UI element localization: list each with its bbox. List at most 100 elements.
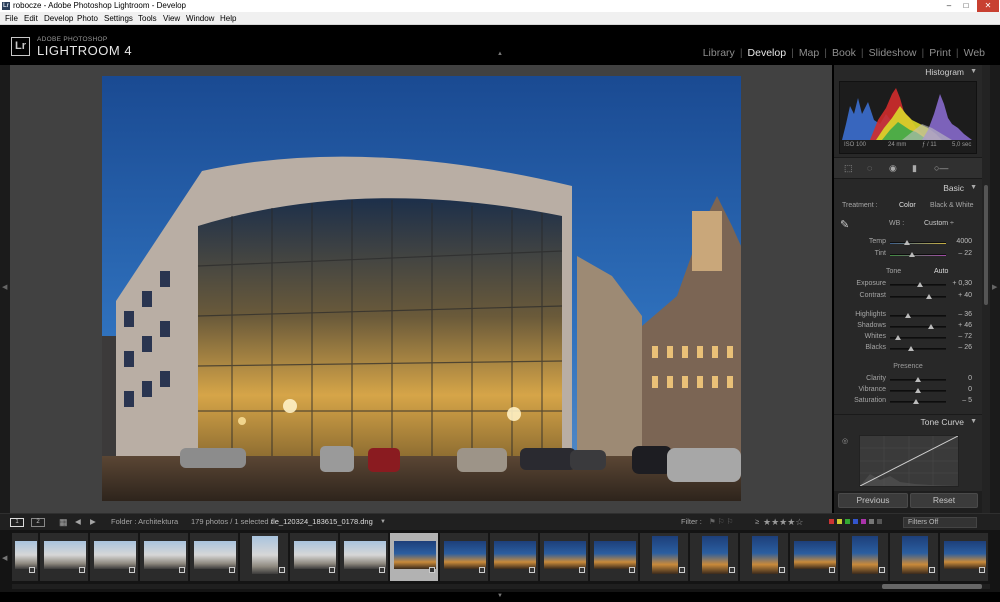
- blacks-row[interactable]: Blacks – 26: [834, 344, 982, 354]
- filmstrip-thumbnail[interactable]: [840, 533, 889, 581]
- module-book[interactable]: Book: [827, 47, 861, 59]
- filmstrip-thumbnail[interactable]: [540, 533, 589, 581]
- eyedropper-icon[interactable]: ✎: [840, 218, 849, 231]
- folder-source[interactable]: Folder : Architektura: [111, 514, 178, 530]
- filmstrip-thumbnail[interactable]: [590, 533, 639, 581]
- close-button[interactable]: ✕: [977, 0, 999, 12]
- filmstrip-thumbnail[interactable]: [640, 533, 689, 581]
- saturation-row[interactable]: Saturation – 5: [834, 397, 982, 407]
- slider-knob[interactable]: [916, 282, 923, 287]
- minimize-button[interactable]: –: [941, 0, 957, 12]
- selected-filename[interactable]: tle_120324_183615_0178.dng: [271, 514, 373, 530]
- highlights-slider[interactable]: [890, 313, 946, 318]
- main-photo[interactable]: [102, 76, 741, 501]
- graduated-filter-icon[interactable]: ▮: [912, 163, 917, 174]
- thumbnail-image[interactable]: [793, 541, 836, 569]
- exposure-row[interactable]: Exposure + 0,30: [834, 280, 982, 290]
- collapse-triangle-icon[interactable]: ▼: [970, 65, 977, 79]
- filmstrip-thumbnail[interactable]: [40, 533, 89, 581]
- slider-knob[interactable]: [903, 240, 910, 245]
- crop-tool-icon[interactable]: ⬚: [844, 163, 853, 174]
- collapse-triangle-icon[interactable]: ▼: [970, 181, 977, 195]
- temp-slider[interactable]: [890, 240, 946, 245]
- flag-filter-icons[interactable]: ⚑ ⚐ ⚐: [709, 514, 733, 530]
- menu-tools[interactable]: Tools: [138, 12, 157, 25]
- menu-settings[interactable]: Settings: [104, 12, 133, 25]
- thumbnail-image[interactable]: [701, 536, 728, 574]
- rating-stars[interactable]: ★★★★☆: [763, 514, 803, 531]
- filmstrip-thumbnail[interactable]: [740, 533, 789, 581]
- filmstrip-thumbnail[interactable]: [140, 533, 189, 581]
- slider-knob[interactable]: [915, 388, 921, 393]
- module-library[interactable]: Library: [698, 47, 740, 59]
- filmstrip-thumbnail[interactable]: [290, 533, 339, 581]
- thumbnail-image[interactable]: [851, 536, 878, 574]
- collapse-triangle-icon[interactable]: ▼: [970, 415, 977, 429]
- highlights-row[interactable]: Highlights – 36: [834, 311, 982, 321]
- shadows-slider[interactable]: [890, 324, 946, 329]
- filmstrip-thumbnail[interactable]: [12, 533, 39, 581]
- menu-develop[interactable]: Develop: [44, 12, 73, 25]
- star-icon[interactable]: ☆: [795, 517, 803, 527]
- slider-knob[interactable]: [894, 335, 901, 340]
- scrollbar-thumb[interactable]: [984, 185, 988, 305]
- filmstrip-thumbnail[interactable]: [490, 533, 539, 581]
- tint-value[interactable]: – 22: [958, 250, 972, 257]
- temp-value[interactable]: 4000: [956, 238, 972, 245]
- thumbnail-image[interactable]: [193, 541, 236, 569]
- thumbnail-image[interactable]: [293, 541, 336, 569]
- thumbnail-image[interactable]: [493, 541, 536, 569]
- thumbnail-image[interactable]: [751, 536, 778, 574]
- basic-header[interactable]: Basic ▼: [834, 181, 982, 195]
- tone-curve-header[interactable]: Tone Curve ▼: [834, 414, 982, 428]
- filename-dropdown-icon[interactable]: ▼: [380, 514, 386, 530]
- thumbnail-image[interactable]: [251, 536, 278, 574]
- slider-knob[interactable]: [927, 324, 934, 329]
- filmstrip-thumbnail[interactable]: [440, 533, 489, 581]
- filmstrip-left-arrow-icon[interactable]: ◀: [2, 554, 7, 562]
- thumbnail-image[interactable]: [93, 541, 136, 569]
- menu-edit[interactable]: Edit: [24, 12, 38, 25]
- thumbnail-image[interactable]: [43, 541, 86, 569]
- spot-removal-icon[interactable]: ◌: [867, 163, 872, 173]
- clarity-slider[interactable]: [890, 377, 946, 382]
- filmstrip-thumbnail[interactable]: [240, 533, 289, 581]
- filmstrip-scrollbar[interactable]: [12, 584, 990, 589]
- forward-arrow-icon[interactable]: ▶: [90, 514, 96, 530]
- whites-slider[interactable]: [890, 335, 946, 340]
- filmstrip-thumbnail[interactable]: [190, 533, 239, 581]
- contrast-value[interactable]: + 40: [958, 292, 972, 299]
- target-adjust-icon[interactable]: ◎: [842, 437, 848, 445]
- color-label-filter[interactable]: [829, 514, 885, 530]
- saturation-value[interactable]: – 5: [962, 397, 972, 404]
- module-print[interactable]: Print: [924, 47, 956, 59]
- whites-value[interactable]: – 72: [958, 333, 972, 340]
- module-develop[interactable]: Develop: [743, 47, 792, 59]
- menu-help[interactable]: Help: [220, 12, 236, 25]
- thumbnail-image[interactable]: [393, 541, 436, 569]
- star-icon[interactable]: ★: [771, 517, 779, 527]
- scrollbar-thumb[interactable]: [882, 584, 982, 589]
- menu-window[interactable]: Window: [186, 12, 214, 25]
- histogram[interactable]: ISO 100 24 mm ƒ / 11 5,0 sec: [839, 81, 977, 154]
- reset-button[interactable]: Reset: [910, 493, 978, 508]
- thumbnail-image[interactable]: [593, 541, 636, 569]
- tint-row[interactable]: Tint – 22: [834, 250, 982, 260]
- filmstrip-thumbnail[interactable]: [90, 533, 139, 581]
- right-panel-toggle[interactable]: ▶: [990, 65, 1000, 513]
- thumbnail-image[interactable]: [943, 541, 986, 569]
- back-arrow-icon[interactable]: ◀: [75, 514, 81, 530]
- image-canvas[interactable]: [10, 65, 832, 513]
- red-eye-icon[interactable]: ◉: [889, 163, 897, 174]
- filters-dropdown[interactable]: Filters Off: [903, 517, 977, 528]
- filmstrip-thumbnail[interactable]: [340, 533, 389, 581]
- exposure-value[interactable]: + 0,30: [952, 280, 972, 287]
- auto-tone-button[interactable]: Auto: [934, 268, 948, 275]
- whites-row[interactable]: Whites – 72: [834, 333, 982, 343]
- filmstrip-thumbnail[interactable]: [890, 533, 939, 581]
- module-slideshow[interactable]: Slideshow: [864, 47, 922, 59]
- thumbnail-image[interactable]: [543, 541, 586, 569]
- slider-knob[interactable]: [909, 252, 916, 257]
- thumbnail-image[interactable]: [143, 541, 186, 569]
- filmstrip-thumbnail[interactable]: [790, 533, 839, 581]
